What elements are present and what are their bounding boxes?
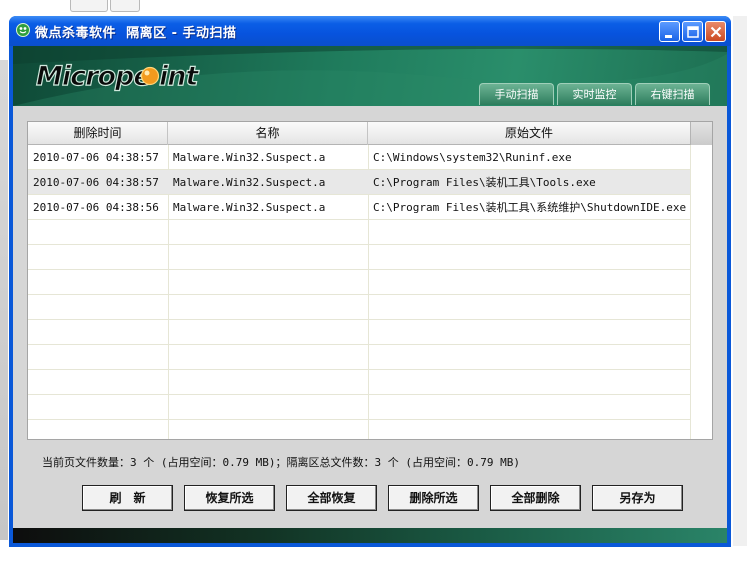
table-row[interactable]: 2010-07-06 04:38:57 Malware.Win32.Suspec… [28, 145, 690, 170]
desktop-tab-fragment [70, 0, 108, 12]
close-icon [710, 26, 722, 38]
delete-all-button[interactable]: 全部删除 [490, 485, 581, 511]
desktop-tab-fragment [110, 0, 140, 12]
table-row[interactable]: 2010-07-06 04:38:57 Malware.Win32.Suspec… [28, 170, 690, 195]
title-bar[interactable]: 微点杀毒软件 隔离区 - 手动扫描 [9, 16, 731, 46]
maximize-button[interactable] [682, 21, 703, 42]
micropoint-logo: Micrope int [35, 60, 201, 92]
app-name: 微点杀毒软件 [35, 26, 117, 41]
empty-row [28, 220, 690, 245]
close-button[interactable] [705, 21, 726, 42]
svg-text:Micrope int: Micrope int [36, 61, 200, 92]
empty-row [28, 420, 690, 439]
header-banner: Micrope int 手动扫描 实时监控 右键扫描 [13, 46, 727, 106]
cell-name: Malware.Win32.Suspect.a [173, 201, 326, 214]
empty-row [28, 245, 690, 270]
bottom-bar [13, 528, 727, 543]
desktop-background-right [733, 16, 747, 546]
window-subtitle: 隔离区 - 手动扫描 [126, 26, 237, 41]
table-row[interactable]: 2010-07-06 04:38:56 Malware.Win32.Suspec… [28, 195, 690, 220]
table-header: 删除时间 名称 原始文件 [28, 122, 712, 145]
cell-original-file: C:\Windows\system32\Runinf.exe [373, 151, 572, 164]
restore-selected-button[interactable]: 恢复所选 [184, 485, 275, 511]
column-header-name[interactable]: 名称 [168, 122, 368, 145]
save-as-button[interactable]: 另存为 [592, 485, 683, 511]
tab-context-scan[interactable]: 右键扫描 [635, 83, 710, 105]
refresh-button[interactable]: 刷 新 [82, 485, 173, 511]
empty-row [28, 320, 690, 345]
tab-manual-scan[interactable]: 手动扫描 [479, 83, 554, 105]
cell-original-file: C:\Program Files\装机工具\系统维护\ShutdownIDE.e… [373, 201, 687, 214]
column-header-original-file[interactable]: 原始文件 [368, 122, 690, 145]
quarantine-table[interactable]: 删除时间 名称 原始文件 2010-07-06 04:38:57 Malware… [27, 121, 713, 440]
desktop-background-left [0, 60, 8, 540]
client-area: Micrope int 手动扫描 实时监控 右键扫描 删除时间 名称 原始文件 … [13, 46, 727, 543]
empty-row [28, 345, 690, 370]
cell-deleted-time: 2010-07-06 04:38:56 [33, 201, 159, 214]
window-title: 微点杀毒软件 隔离区 - 手动扫描 [35, 22, 237, 41]
empty-row [28, 270, 690, 295]
empty-row [28, 295, 690, 320]
empty-row [28, 370, 690, 395]
minimize-button[interactable] [659, 21, 680, 42]
micropoint-app-icon [16, 23, 30, 37]
cell-name: Malware.Win32.Suspect.a [173, 151, 326, 164]
vertical-scroll-column[interactable] [690, 145, 712, 439]
cell-original-file: C:\Program Files\装机工具\Tools.exe [373, 176, 596, 189]
maximize-icon [687, 26, 699, 38]
cell-deleted-time: 2010-07-06 04:38:57 [33, 176, 159, 189]
cell-name: Malware.Win32.Suspect.a [173, 176, 326, 189]
status-summary: 当前页文件数量：3 个 (占用空间：0.79 MB)；隔离区总文件数：3 个 (… [42, 456, 520, 469]
tab-realtime-monitor[interactable]: 实时监控 [557, 83, 632, 105]
header-scroll-corner [690, 122, 712, 145]
cell-deleted-time: 2010-07-06 04:38:57 [33, 151, 159, 164]
quarantine-window: 微点杀毒软件 隔离区 - 手动扫描 Micrope int 手动扫描 实时监控 … [9, 16, 731, 547]
column-header-deleted-time[interactable]: 删除时间 [28, 122, 168, 145]
minimize-icon [665, 35, 672, 38]
empty-row [28, 395, 690, 420]
restore-all-button[interactable]: 全部恢复 [286, 485, 377, 511]
delete-selected-button[interactable]: 删除所选 [388, 485, 479, 511]
